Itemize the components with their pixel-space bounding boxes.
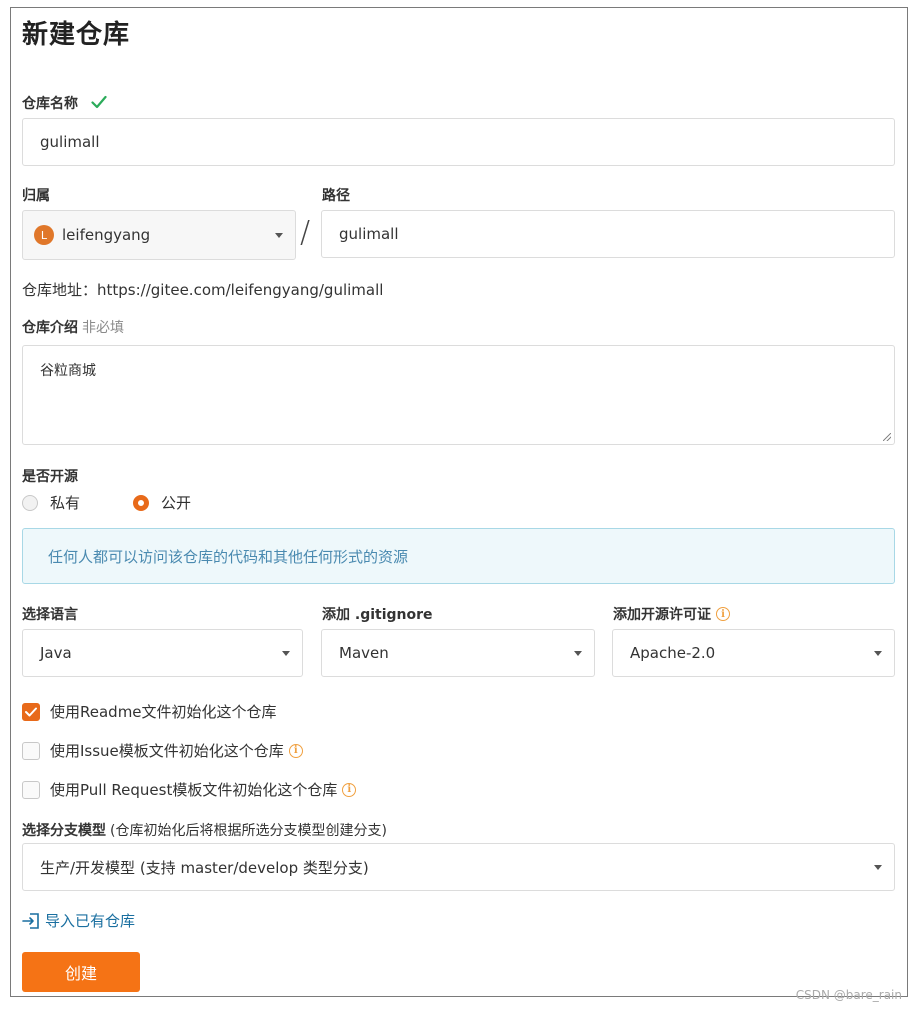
- owner-label: 归属: [22, 188, 50, 204]
- intro-label-text: 仓库介绍: [22, 320, 78, 336]
- watermark: CSDN @bare_rain: [795, 988, 902, 1002]
- radio-public[interactable]: 公开: [133, 492, 191, 513]
- info-icon[interactable]: i: [342, 782, 357, 797]
- radio-public-label: 公开: [161, 494, 192, 512]
- gitignore-value: Maven: [339, 644, 389, 662]
- info-icon[interactable]: i: [288, 743, 303, 758]
- intro-optional: 非必填: [82, 320, 124, 336]
- repo-address-prefix: 仓库地址：: [22, 281, 98, 299]
- radio-private-label: 私有: [50, 494, 81, 512]
- init-pr-option[interactable]: 使用Pull Request模板文件初始化这个仓库 i: [22, 779, 357, 800]
- owner-value: leifengyang: [62, 226, 151, 244]
- chevron-down-icon: [574, 651, 582, 656]
- path-input[interactable]: gulimall: [321, 210, 895, 258]
- license-label: 添加开源许可证 i: [613, 604, 730, 624]
- init-pr-label: 使用Pull Request模板文件初始化这个仓库: [50, 781, 338, 799]
- import-repo-label: 导入已有仓库: [45, 912, 136, 930]
- language-value: Java: [40, 644, 72, 662]
- init-issue-label: 使用Issue模板文件初始化这个仓库: [50, 742, 284, 760]
- repo-name-input[interactable]: gulimall: [22, 118, 895, 166]
- owner-select[interactable]: L leifengyang: [22, 210, 296, 260]
- init-pr-checkbox[interactable]: [22, 780, 40, 799]
- repo-name-label-text: 仓库名称: [22, 96, 78, 112]
- license-label-text: 添加开源许可证: [613, 607, 711, 623]
- info-icon[interactable]: i: [716, 607, 730, 621]
- repo-address-url: https://gitee.com/leifengyang/gulimall: [97, 281, 384, 299]
- path-value: gulimall: [339, 225, 399, 243]
- repo-address: 仓库地址：https://gitee.com/leifengyang/gulim…: [22, 279, 383, 300]
- branch-model-label-text: 选择分支模型: [22, 823, 106, 839]
- intro-value: 谷粒商城: [40, 363, 96, 379]
- init-readme-label: 使用Readme文件初始化这个仓库: [50, 703, 277, 721]
- repo-name-value: gulimall: [40, 133, 100, 151]
- page-title: 新建仓库: [22, 20, 131, 50]
- branch-model-label: 选择分支模型 (仓库初始化后将根据所选分支模型创建分支): [22, 820, 387, 840]
- chevron-down-icon: [874, 651, 882, 656]
- branch-model-select[interactable]: 生产/开发模型 (支持 master/develop 类型分支): [22, 843, 895, 891]
- gitignore-label: 添加 .gitignore: [322, 607, 433, 623]
- intro-textarea[interactable]: 谷粒商城: [22, 345, 895, 445]
- chevron-down-icon: [282, 651, 290, 656]
- intro-label: 仓库介绍 非必填: [22, 317, 124, 337]
- init-readme-checkbox[interactable]: [22, 702, 40, 721]
- create-button[interactable]: 创建: [22, 952, 140, 992]
- path-label: 路径: [322, 188, 350, 204]
- language-select[interactable]: Java: [22, 629, 303, 677]
- import-icon: [22, 912, 39, 929]
- license-select[interactable]: Apache-2.0: [612, 629, 895, 677]
- repo-name-label: 仓库名称: [22, 93, 107, 113]
- gitignore-select[interactable]: Maven: [321, 629, 595, 677]
- init-issue-option[interactable]: 使用Issue模板文件初始化这个仓库 i: [22, 740, 303, 761]
- visibility-notice: 任何人都可以访问该仓库的代码和其他任何形式的资源: [22, 528, 895, 584]
- open-source-label: 是否开源: [22, 469, 78, 485]
- license-value: Apache-2.0: [630, 644, 716, 662]
- import-repo-link[interactable]: 导入已有仓库: [22, 910, 135, 931]
- visibility-notice-text: 任何人都可以访问该仓库的代码和其他任何形式的资源: [48, 547, 409, 566]
- branch-model-value: 生产/开发模型 (支持 master/develop 类型分支): [40, 858, 369, 877]
- chevron-down-icon: [275, 233, 283, 238]
- radio-public-circle[interactable]: [133, 494, 149, 511]
- check-icon: [91, 95, 107, 109]
- chevron-down-icon: [874, 865, 882, 870]
- branch-model-hint: (仓库初始化后将根据所选分支模型创建分支): [110, 823, 387, 839]
- resize-grip-icon[interactable]: [883, 433, 891, 441]
- init-readme-option[interactable]: 使用Readme文件初始化这个仓库: [22, 701, 277, 722]
- avatar: L: [34, 225, 54, 245]
- path-separator: /: [300, 215, 311, 250]
- language-label: 选择语言: [22, 607, 78, 623]
- radio-private-circle[interactable]: [22, 494, 38, 511]
- radio-private[interactable]: 私有: [22, 492, 80, 513]
- init-issue-checkbox[interactable]: [22, 741, 40, 760]
- create-button-label: 创建: [64, 964, 97, 983]
- checkmark-icon: [25, 707, 37, 716]
